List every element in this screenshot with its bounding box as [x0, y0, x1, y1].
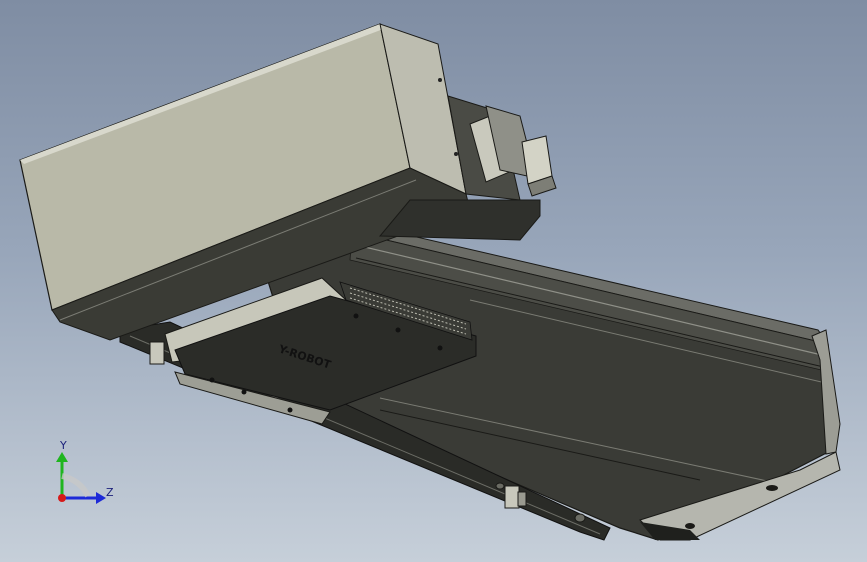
- y-axis-arrowhead: [56, 452, 68, 462]
- z-axis-arrowhead: [96, 492, 106, 504]
- graphics-viewport[interactable]: Y-ROBOT Y Z: [0, 0, 867, 562]
- encoder-connector[interactable]: [521, 135, 557, 197]
- y-axis-label: Y: [59, 439, 67, 452]
- orientation-triad[interactable]: Y Z: [40, 436, 120, 516]
- linear-actuator-model[interactable]: Y-ROBOT: [0, 0, 867, 562]
- z-axis-label: Z: [106, 486, 114, 499]
- triad-origin-icon: [58, 494, 66, 502]
- rotation-arc-icon: [61, 473, 91, 498]
